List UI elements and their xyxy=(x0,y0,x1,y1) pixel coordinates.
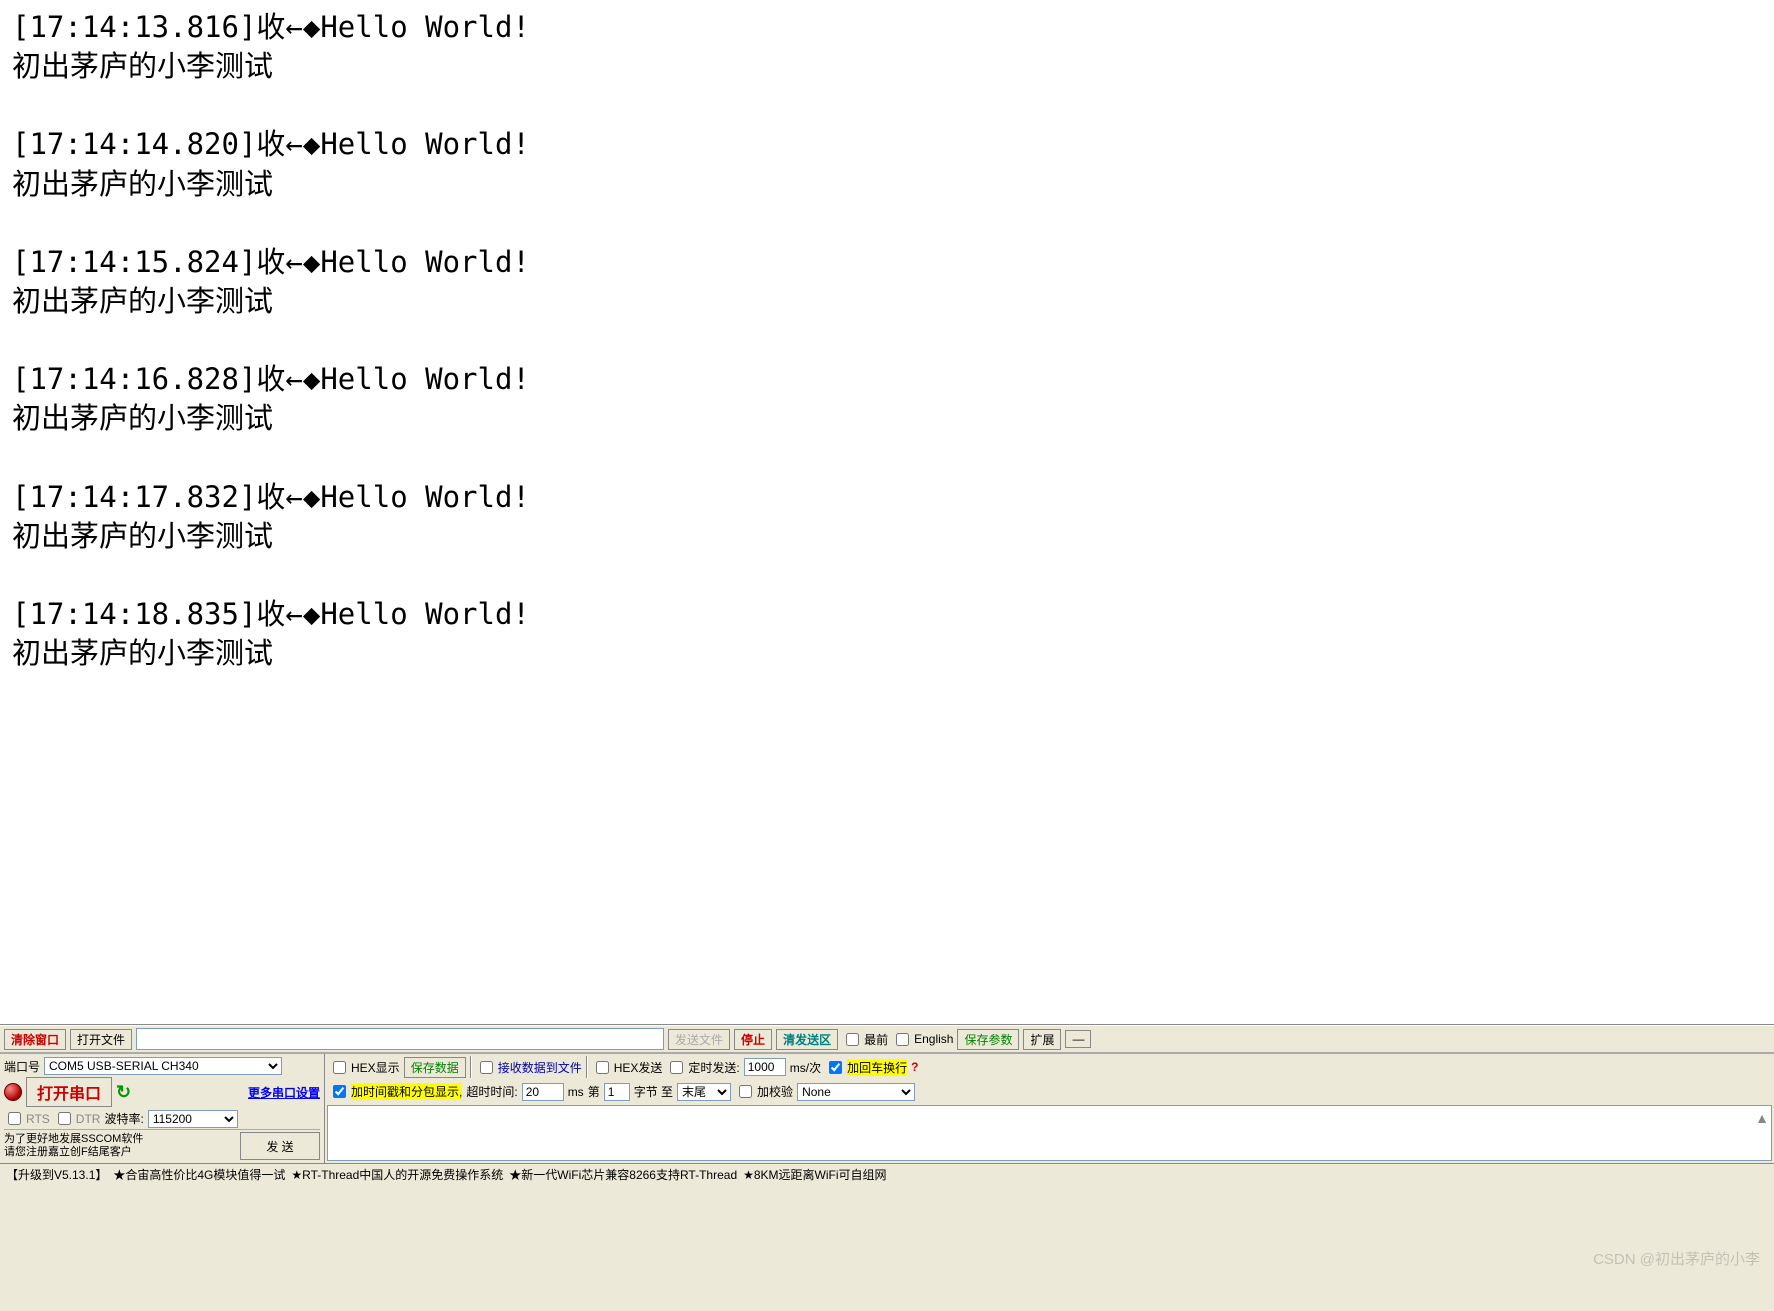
timeout-input[interactable] xyxy=(522,1083,564,1101)
minimize-button[interactable]: — xyxy=(1065,1030,1091,1048)
open-file-button[interactable]: 打开文件 xyxy=(70,1029,132,1050)
english-check[interactable]: English xyxy=(892,1030,953,1049)
most-front-check[interactable]: 最前 xyxy=(842,1030,888,1049)
file-path-input[interactable] xyxy=(136,1028,664,1050)
ad-1[interactable]: ★合宙高性价比4G模块值得一试 xyxy=(113,1166,285,1183)
timed-send-check[interactable]: 定时发送: xyxy=(666,1058,739,1077)
check-type-select[interactable]: None xyxy=(797,1083,915,1101)
refresh-icon[interactable]: ↻ xyxy=(116,1082,131,1103)
watermark: CSDN @初出茅庐的小李 xyxy=(1593,1248,1760,1269)
open-port-button[interactable]: 打开串口 xyxy=(26,1077,112,1107)
clear-window-button[interactable]: 清除窗口 xyxy=(4,1029,66,1050)
ad-3[interactable]: ★新一代WiFi芯片兼容8266支持RT-Thread xyxy=(509,1166,737,1183)
ad-2[interactable]: ★RT-Thread中国人的开源免费操作系统 xyxy=(291,1166,503,1183)
add-check-check[interactable]: 加校验 xyxy=(735,1082,793,1101)
tail-select[interactable]: 末尾 xyxy=(677,1083,731,1101)
timeout-label: 超时时间: xyxy=(466,1083,517,1100)
donate-line2: 请您注册嘉立创F结尾客户 xyxy=(4,1146,143,1159)
hex-display-check[interactable]: HEX显示 xyxy=(329,1058,400,1077)
clear-send-button[interactable]: 清发送区 xyxy=(776,1029,838,1050)
timestamp-check[interactable]: 加时间戳和分包显示, xyxy=(329,1082,462,1101)
record-icon xyxy=(4,1083,22,1101)
send-textarea[interactable]: ▲ xyxy=(327,1105,1772,1161)
add-crlf-check[interactable]: 加回车换行 xyxy=(825,1058,907,1077)
baud-label: 波特率: xyxy=(104,1110,143,1127)
more-settings-link[interactable]: 更多串口设置 xyxy=(248,1084,320,1101)
save-params-button[interactable]: 保存参数 xyxy=(957,1029,1019,1050)
send-button[interactable]: 发 送 xyxy=(240,1132,320,1160)
stop-button[interactable]: 停止 xyxy=(734,1029,772,1050)
nth-input[interactable] xyxy=(604,1083,630,1101)
donate-line1: 为了更好地发展SSCOM软件 xyxy=(4,1133,143,1146)
interval-unit: ms/次 xyxy=(790,1059,821,1076)
byte-to-label: 字节 至 xyxy=(634,1083,673,1100)
help-icon[interactable]: ? xyxy=(911,1060,918,1074)
serial-output: [17:14:13.816]收←◆Hello World! 初出茅庐的小李测试 … xyxy=(0,0,1774,1025)
ms-label: ms xyxy=(568,1085,584,1099)
nth-label: 第 xyxy=(588,1083,600,1100)
interval-input[interactable] xyxy=(744,1058,786,1076)
rts-check[interactable]: RTS xyxy=(4,1109,50,1128)
expand-button[interactable]: 扩展 xyxy=(1023,1029,1061,1050)
port-label: 端口号 xyxy=(4,1058,40,1075)
port-select[interactable]: COM5 USB-SERIAL CH340 xyxy=(44,1057,282,1075)
dtr-check[interactable]: DTR xyxy=(54,1109,101,1128)
upgrade-link[interactable]: 【升级到V5.13.1】 xyxy=(6,1166,107,1183)
send-file-button[interactable]: 发送文件 xyxy=(668,1029,730,1050)
recv-to-file-check[interactable]: 接收数据到文件 xyxy=(476,1058,582,1077)
hex-send-check[interactable]: HEX发送 xyxy=(592,1058,663,1077)
save-data-button[interactable]: 保存数据 xyxy=(404,1057,466,1078)
baud-select[interactable]: 115200 xyxy=(148,1110,238,1128)
ad-4[interactable]: ★8KM远距离WiFi可自组网 xyxy=(743,1166,886,1183)
scroll-up-icon[interactable]: ▲ xyxy=(1755,1110,1769,1126)
